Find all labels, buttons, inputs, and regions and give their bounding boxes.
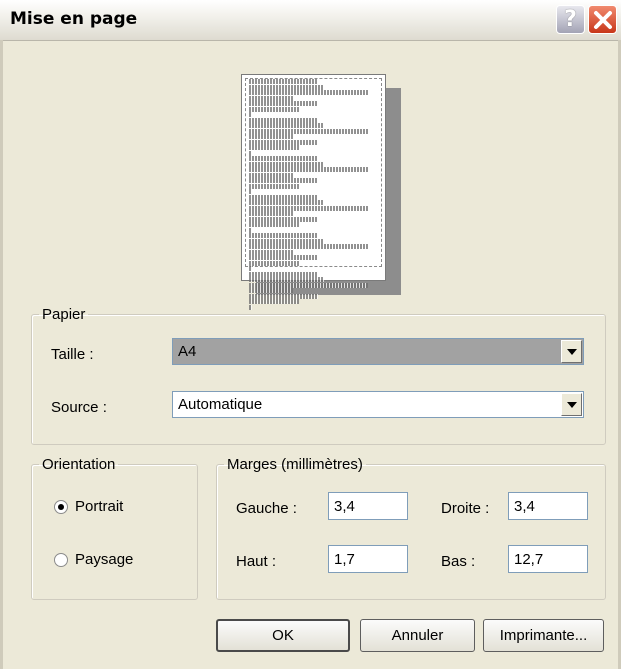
preview-line (249, 216, 318, 222)
left-margin-input[interactable] (328, 492, 408, 520)
preview-line (249, 189, 252, 194)
bottom-margin-input[interactable] (508, 545, 588, 573)
portrait-label: Portrait (75, 498, 124, 515)
preview-line (249, 249, 293, 255)
help-button[interactable]: ? (556, 5, 585, 34)
ok-button[interactable]: OK (216, 619, 350, 652)
close-icon (593, 10, 612, 29)
preview-line (249, 161, 324, 167)
preview-line (249, 255, 318, 260)
preview-line (249, 244, 368, 249)
printer-button[interactable]: Imprimante... (483, 619, 604, 652)
cancel-button[interactable]: Annuler (360, 619, 475, 652)
paper-legend: Papier (42, 306, 86, 323)
orientation-legend: Orientation (42, 456, 116, 473)
help-icon: ? (564, 7, 577, 32)
preview-line (249, 238, 324, 244)
portrait-radio[interactable]: Portrait (54, 498, 123, 515)
preview-line (249, 123, 324, 128)
orientation-group: Orientation (31, 456, 198, 600)
preview-text-lines (249, 79, 374, 310)
preview-line (249, 282, 368, 288)
preview-line (249, 233, 318, 238)
preview-line (249, 227, 252, 233)
preview-line (249, 145, 299, 150)
top-margin-label: Haut : (236, 553, 277, 570)
preview-line (249, 271, 318, 277)
margins-group: Marges (millimètres) (216, 456, 606, 600)
preview-line (249, 194, 318, 200)
page-preview (241, 74, 386, 310)
source-dropdown-arrow-icon[interactable] (561, 393, 582, 416)
size-value: A4 (178, 343, 197, 360)
preview-line (249, 90, 368, 95)
preview-line (249, 293, 318, 299)
preview-line (249, 167, 368, 172)
preview-line (249, 112, 252, 117)
source-select[interactable]: Automatique (172, 391, 584, 418)
size-label: Taille : (51, 346, 94, 363)
landscape-radio-indicator[interactable] (54, 552, 68, 567)
preview-line (249, 128, 368, 134)
size-dropdown-arrow-icon[interactable] (561, 340, 582, 363)
preview-line (249, 205, 368, 211)
preview-line (249, 79, 318, 84)
preview-line (249, 299, 299, 304)
landscape-radio[interactable]: Paysage (54, 551, 133, 568)
bottom-margin-label: Bas : (441, 553, 476, 570)
landscape-label: Paysage (75, 551, 134, 568)
top-margin-input[interactable] (328, 545, 408, 573)
window-title: Mise en page (10, 9, 138, 29)
preview-line (249, 84, 324, 90)
preview-line (249, 95, 293, 101)
right-margin-input[interactable] (508, 492, 588, 520)
close-button[interactable] (588, 5, 617, 34)
margins-legend: Marges (millimètres) (227, 456, 363, 473)
preview-line (249, 222, 299, 227)
preview-line (249, 211, 293, 216)
preview-line (249, 117, 318, 123)
window-frame-left (0, 40, 3, 669)
preview-line (249, 260, 299, 266)
preview-line (249, 172, 293, 178)
paper-group: Papier (31, 306, 606, 445)
preview-line (249, 106, 299, 112)
size-select[interactable]: A4 (172, 338, 584, 365)
title-bar: Mise en page ? (0, 0, 621, 41)
preview-line (249, 139, 318, 145)
preview-line (249, 288, 293, 293)
preview-line (249, 277, 324, 282)
right-margin-label: Droite : (441, 500, 490, 517)
preview-line (249, 200, 324, 205)
source-label: Source : (51, 399, 107, 416)
preview-line (249, 266, 252, 271)
left-margin-label: Gauche : (236, 500, 297, 517)
preview-line (249, 101, 318, 106)
preview-line (249, 156, 318, 161)
portrait-radio-indicator[interactable] (54, 499, 68, 514)
preview-line (249, 183, 299, 189)
preview-line (249, 134, 293, 139)
preview-line (249, 150, 252, 156)
source-value: Automatique (178, 396, 263, 413)
preview-line (249, 178, 318, 183)
